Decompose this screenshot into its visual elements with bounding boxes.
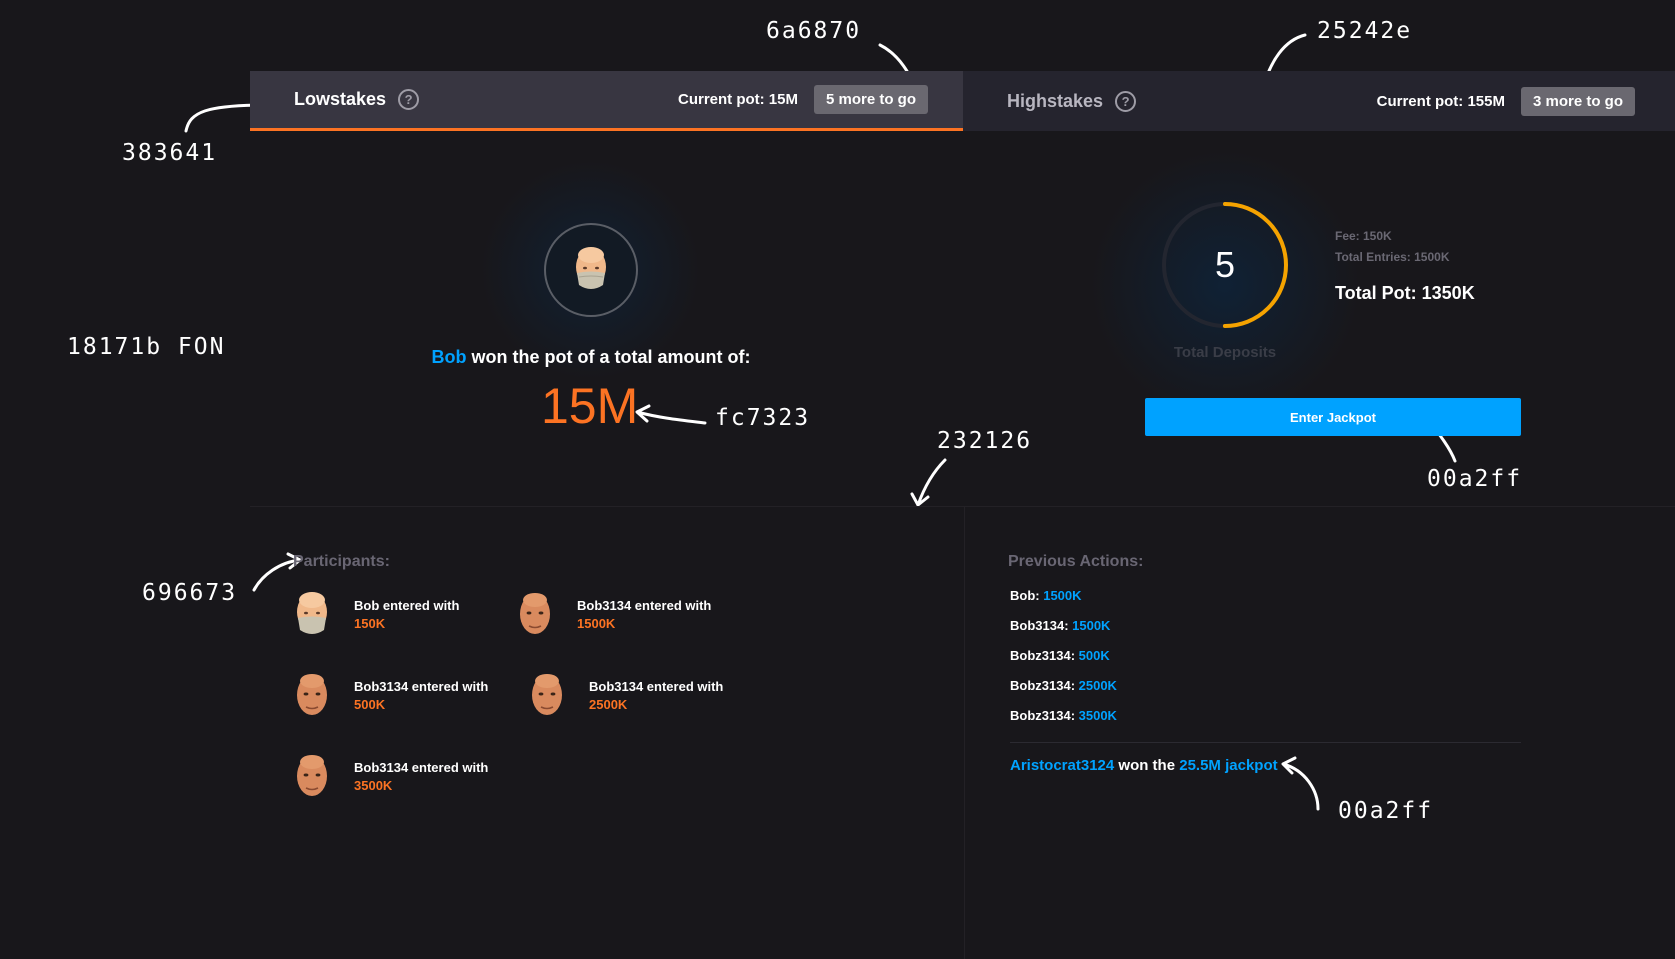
tab-highstakes[interactable]: Highstakes ? Current pot: 155M 3 more to… bbox=[963, 71, 1675, 131]
tab-title: Highstakes bbox=[1007, 90, 1104, 111]
participant-amount: 500K bbox=[354, 697, 386, 712]
action-player: Bob3134: bbox=[1010, 618, 1073, 633]
participant-text: Bob3134 entered with 3500K bbox=[354, 759, 488, 795]
deposit-count: 5 bbox=[1214, 244, 1236, 285]
jackpot-result: Aristocrat3124 won the 25.5M jackpot bbox=[1010, 757, 1278, 774]
participant-item: Bob entered with 150K bbox=[292, 588, 459, 642]
jackpot-prize-link[interactable]: 25.5M jackpot bbox=[1179, 757, 1277, 774]
participant-amount: 3500K bbox=[354, 778, 393, 793]
participant-text: Bob3134 entered with 1500K bbox=[577, 597, 711, 633]
tab-title: Lowstakes bbox=[294, 89, 387, 109]
participant-item: Bob3134 entered with 2500K bbox=[527, 669, 723, 723]
annotation-label: 00a2ff bbox=[1427, 466, 1523, 492]
action-amount: 500K bbox=[1078, 648, 1110, 663]
annotation-label: 6a6870 bbox=[766, 18, 862, 44]
head-icon bbox=[297, 674, 327, 715]
annotation-label: 00a2ff bbox=[1338, 798, 1434, 824]
action-amount: 2500K bbox=[1078, 678, 1117, 693]
more-to-go-badge: 3 more to go bbox=[1520, 86, 1635, 116]
help-icon[interactable]: ? bbox=[398, 89, 420, 110]
participant-amount: 1500K bbox=[577, 616, 616, 631]
winner-avatar bbox=[544, 223, 638, 317]
annotation-label: 696673 bbox=[142, 580, 238, 606]
annotation-label: 383641 bbox=[122, 140, 218, 166]
section-divider bbox=[250, 506, 1675, 507]
masked-head-icon bbox=[576, 247, 606, 289]
head-icon bbox=[520, 593, 550, 634]
fee-text: Fee: 150K bbox=[1335, 229, 1392, 243]
more-to-go-badge: 5 more to go bbox=[813, 85, 928, 114]
participant-item: Bob3134 entered with 500K bbox=[292, 669, 488, 723]
tab-pot-info: Current pot: 15M 5 more to go bbox=[678, 85, 928, 114]
tab-pot-info: Current pot: 155M 3 more to go bbox=[1376, 86, 1635, 116]
enter-jackpot-button[interactable]: Enter Jackpot bbox=[1145, 398, 1521, 436]
participant-name: Bob3134 entered with bbox=[354, 760, 489, 775]
actions-divider bbox=[1010, 742, 1521, 743]
jackpot-page: 6a6870 25242e 383641 18171b FON fc7323 2… bbox=[0, 0, 1675, 959]
participant-name: Bob3134 entered with bbox=[354, 679, 489, 694]
action-player: Bob: bbox=[1010, 588, 1044, 603]
participant-amount: 2500K bbox=[589, 697, 628, 712]
participant-text: Bob entered with 150K bbox=[354, 597, 459, 633]
head-icon bbox=[532, 674, 562, 715]
current-pot: Current pot: 15M bbox=[677, 91, 798, 108]
action-amount: 1500K bbox=[1072, 618, 1111, 633]
participant-text: Bob3134 entered with 2500K bbox=[589, 678, 723, 714]
winner-message: won the pot of a total amount of: bbox=[466, 347, 751, 367]
masked-head-icon bbox=[297, 592, 327, 634]
action-item: Bob: 1500K bbox=[1010, 588, 1082, 603]
participant-amount: 150K bbox=[354, 616, 386, 631]
help-icon[interactable]: ? bbox=[1115, 90, 1137, 112]
head-icon bbox=[297, 755, 327, 796]
winner-amount: 15M bbox=[541, 378, 639, 434]
current-pot: Current pot: 155M bbox=[1376, 92, 1505, 110]
stakes-tabs: Lowstakes ? Current pot: 15M 5 more to g… bbox=[250, 71, 1675, 131]
participant-text: Bob3134 entered with 500K bbox=[354, 678, 488, 714]
participant-name: Bob3134 entered with bbox=[589, 679, 724, 694]
participant-item: Bob3134 entered with 3500K bbox=[292, 750, 488, 804]
action-item: Bobz3134: 500K bbox=[1010, 648, 1110, 663]
action-player: Bobz3134: bbox=[1010, 678, 1079, 693]
jackpot-text: won the bbox=[1114, 757, 1180, 774]
jackpot-winner-link[interactable]: Aristocrat3124 bbox=[1010, 757, 1114, 774]
action-item: Bob3134: 1500K bbox=[1010, 618, 1110, 633]
total-pot-text: Total Pot: 1350K bbox=[1335, 283, 1475, 303]
winner-text: Bob won the pot of a total amount of: bbox=[430, 347, 752, 368]
annotation-label: 18171b FON bbox=[67, 334, 226, 360]
participant-name: Bob3134 entered with bbox=[577, 598, 712, 613]
deposit-label: Total Deposits bbox=[1173, 344, 1277, 361]
action-item: Bobz3134: 3500K bbox=[1010, 708, 1117, 723]
action-player: Bobz3134: bbox=[1010, 648, 1079, 663]
previous-actions-title: Previous Actions: bbox=[1008, 553, 1144, 570]
column-divider bbox=[964, 506, 965, 959]
winner-name[interactable]: Bob bbox=[432, 347, 467, 367]
total-entries-text: Total Entries: 1500K bbox=[1335, 250, 1450, 264]
annotation-label: 25242e bbox=[1317, 18, 1413, 44]
action-player: Bobz3134: bbox=[1010, 708, 1079, 723]
annotation-label: 232126 bbox=[937, 428, 1033, 454]
participant-item: Bob3134 entered with 1500K bbox=[515, 588, 711, 642]
action-amount: 1500K bbox=[1043, 588, 1082, 603]
action-amount: 3500K bbox=[1078, 708, 1117, 723]
participants-title: Participants: bbox=[293, 553, 390, 570]
action-item: Bobz3134: 2500K bbox=[1010, 678, 1117, 693]
annotation-label: fc7323 bbox=[715, 405, 811, 431]
participant-name: Bob entered with bbox=[354, 598, 460, 613]
tab-lowstakes[interactable]: Lowstakes ? Current pot: 15M 5 more to g… bbox=[250, 71, 963, 131]
